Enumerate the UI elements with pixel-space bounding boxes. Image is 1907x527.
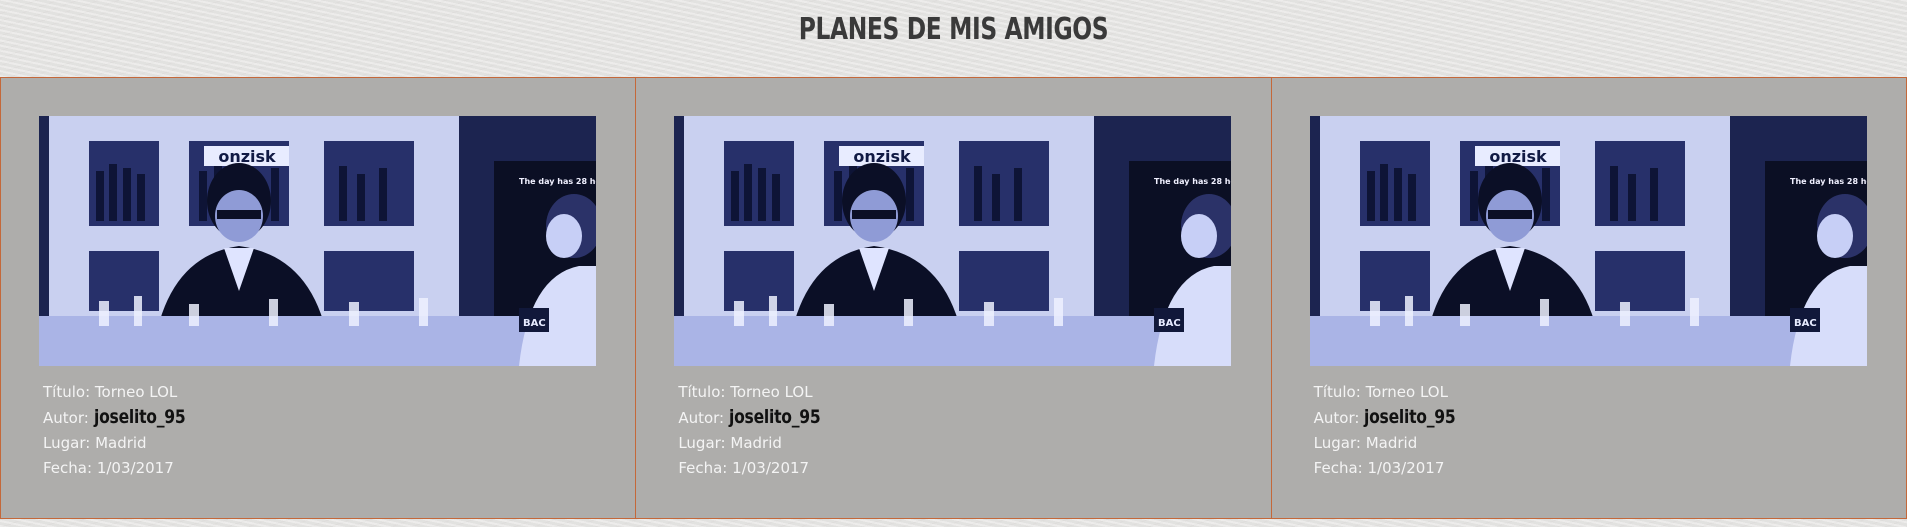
image-sign-text: The day has 28 ho [1154, 177, 1231, 186]
plan-author-row: Autor: joselito_95 [1314, 405, 1476, 431]
plan-photo[interactable]: onzisk The day has 28 ho BAC [39, 116, 596, 366]
plan-info: Título: Torneo LOL Autor: joselito_95 Lu… [1314, 380, 1476, 481]
plan-place-row: Lugar: Madrid [43, 431, 205, 456]
title-value: Torneo LOL [730, 383, 813, 401]
plan-author-row: Autor: joselito_95 [678, 405, 840, 431]
plan-place-row: Lugar: Madrid [678, 431, 840, 456]
plan-date-row: Fecha: 1/03/2017 [1314, 456, 1476, 481]
title-value: Torneo LOL [1365, 383, 1448, 401]
place-label: Lugar: [678, 434, 726, 452]
image-label-text: BAC [1158, 318, 1181, 329]
title-label: Título: [1313, 383, 1361, 401]
plan-place-row: Lugar: Madrid [1314, 431, 1476, 456]
image-sign-text: The day has 28 ho [519, 177, 596, 186]
author-link[interactable]: joselito_95 [1364, 405, 1456, 430]
image-label-text: BAC [523, 318, 546, 329]
place-value: Madrid [730, 434, 782, 452]
author-label: Autor: [678, 409, 725, 427]
date-value: 1/03/2017 [732, 459, 810, 477]
plan-author-row: Autor: joselito_95 [43, 405, 205, 431]
image-brand-text: onzisk [854, 147, 912, 166]
image-brand-text: onzisk [218, 147, 276, 166]
author-label: Autor: [43, 409, 89, 427]
plan-card[interactable]: onzisk The day has 28 ho BAC Título: Tor… [0, 77, 637, 519]
author-link[interactable]: joselito_95 [729, 405, 821, 430]
plan-title-row: Título: Torneo LOL [43, 380, 205, 405]
plan-photo[interactable]: onzisk The day has 28 ho BAC [674, 116, 1232, 366]
plan-photo[interactable]: onzisk The day has 28 ho BAC [1309, 116, 1867, 366]
plan-card[interactable]: onzisk The day has 28 ho BAC Título: Tor… [635, 77, 1272, 519]
place-label: Lugar: [1313, 434, 1361, 452]
place-value: Madrid [1365, 434, 1418, 452]
plan-date-row: Fecha: 1/03/2017 [678, 456, 840, 481]
place-value: Madrid [95, 434, 147, 452]
date-label: Fecha: [678, 459, 728, 477]
author-link[interactable]: joselito_95 [94, 405, 186, 430]
date-label: Fecha: [43, 459, 93, 477]
title-label: Título: [678, 383, 726, 401]
plan-card[interactable]: onzisk The day has 28 ho BAC Título: Tor… [1270, 77, 1907, 519]
plan-info: Título: Torneo LOL Autor: joselito_95 Lu… [678, 380, 840, 481]
page-title: PLANES DE MIS AMIGOS [798, 12, 1109, 47]
plan-title-row: Título: Torneo LOL [1314, 380, 1476, 405]
plan-date-row: Fecha: 1/03/2017 [43, 456, 205, 481]
plan-title-row: Título: Torneo LOL [678, 380, 840, 405]
image-sign-text: The day has 28 ho [1790, 177, 1867, 186]
place-label: Lugar: [43, 434, 91, 452]
date-value: 1/03/2017 [1367, 459, 1445, 477]
author-label: Autor: [1313, 409, 1360, 427]
title-value: Torneo LOL [94, 383, 178, 401]
plan-info: Título: Torneo LOL Autor: joselito_95 Lu… [43, 380, 205, 481]
date-value: 1/03/2017 [96, 459, 174, 477]
plans-card-list: onzisk The day has 28 ho BAC Título: Tor… [0, 77, 1907, 521]
image-brand-text: onzisk [1489, 147, 1547, 166]
date-label: Fecha: [1313, 459, 1363, 477]
image-label-text: BAC [1794, 318, 1817, 329]
title-label: Título: [43, 383, 91, 401]
